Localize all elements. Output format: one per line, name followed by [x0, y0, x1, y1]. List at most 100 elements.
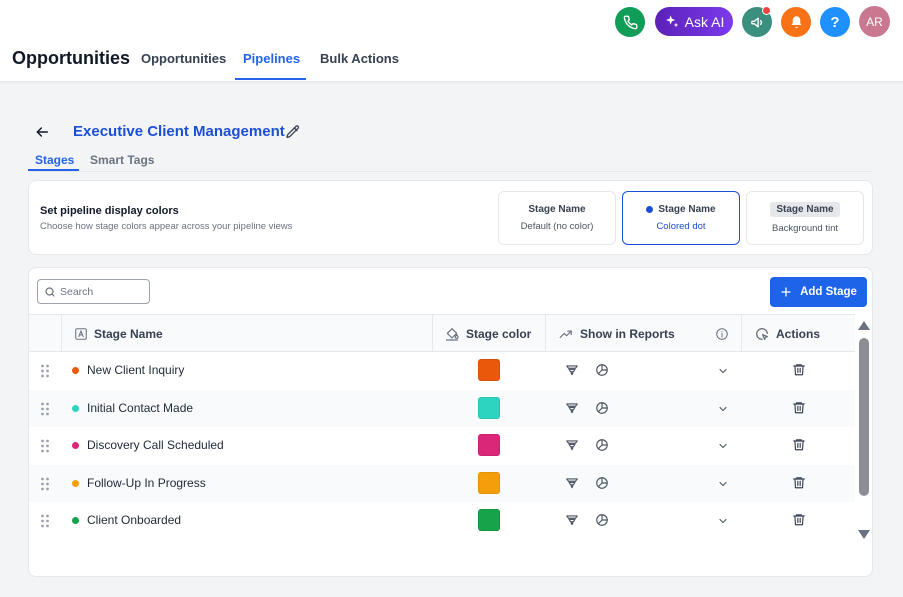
drag-handle-icon[interactable]: [40, 477, 50, 491]
tab-smart-tags[interactable]: Smart Tags: [90, 153, 154, 167]
panel-title: Set pipeline display colors: [40, 205, 179, 217]
option-label: Default (no color): [520, 221, 594, 232]
option-stage-name: Stage Name: [770, 202, 840, 217]
table-header: Stage Name Stage color Show in Reports A…: [29, 314, 855, 352]
chevron-down-icon[interactable]: [717, 403, 729, 415]
add-stage-button[interactable]: Add Stage: [770, 277, 867, 307]
table-row: Follow-Up In Progress: [29, 464, 855, 502]
stage-color-dot: [72, 517, 79, 524]
tab-opportunities[interactable]: Opportunities: [141, 51, 226, 66]
drag-handle-icon[interactable]: [40, 402, 50, 416]
info-icon[interactable]: [715, 327, 729, 341]
paint-bucket-icon: [446, 327, 459, 341]
back-arrow-icon[interactable]: [34, 124, 50, 140]
scroll-up-arrow[interactable]: [858, 321, 870, 330]
stage-color-swatch[interactable]: [478, 396, 500, 419]
funnel-icon[interactable]: [565, 513, 579, 527]
chevron-down-icon[interactable]: [717, 365, 729, 377]
option-label: Colored dot: [656, 221, 706, 232]
chevron-down-icon[interactable]: [717, 478, 729, 490]
search-icon: [45, 286, 55, 297]
text-field-icon: [75, 327, 87, 340]
column-label: Stage Name: [94, 326, 163, 341]
chevron-down-icon[interactable]: [717, 515, 729, 527]
column-label: Show in Reports: [580, 326, 675, 341]
stage-color-dot: [72, 404, 79, 412]
cursor-click-icon: [756, 327, 768, 340]
megaphone-icon: [750, 16, 762, 28]
stage-color-swatch[interactable]: [478, 471, 500, 494]
add-stage-label: Add Stage: [800, 286, 857, 298]
table-row: Initial Contact Made: [29, 389, 855, 427]
funnel-icon[interactable]: [565, 401, 579, 415]
color-option-background-tint[interactable]: Stage Name Background tint: [746, 191, 864, 245]
trash-icon[interactable]: [792, 512, 806, 527]
bell-icon: [791, 15, 801, 28]
drag-handle-icon[interactable]: [40, 364, 50, 378]
notifications-button[interactable]: [781, 7, 811, 37]
column-divider: [545, 315, 546, 352]
pie-chart-icon[interactable]: [595, 438, 609, 452]
option-stage-name-row: Stage Name: [770, 202, 840, 217]
stage-color-swatch[interactable]: [478, 509, 500, 531]
trash-icon[interactable]: [792, 400, 806, 415]
tab-bulk-actions[interactable]: Bulk Actions: [320, 51, 399, 66]
option-stage-name: Stage Name: [658, 204, 716, 215]
app-title: Opportunities: [12, 48, 130, 68]
phone-button[interactable]: [615, 7, 645, 37]
pie-chart-icon[interactable]: [595, 476, 609, 490]
search-box[interactable]: [37, 279, 150, 304]
column-divider: [741, 315, 742, 352]
color-option-colored-dot[interactable]: Stage Name Colored dot: [622, 191, 740, 245]
stage-name[interactable]: Client Onboarded: [87, 513, 181, 527]
pie-chart-icon[interactable]: [595, 363, 609, 377]
stage-name[interactable]: Initial Contact Made: [87, 401, 193, 415]
funnel-icon[interactable]: [565, 363, 579, 377]
column-stage-color: Stage color: [444, 315, 531, 352]
help-button[interactable]: ?: [820, 7, 850, 37]
tab-stages[interactable]: Stages: [35, 153, 74, 167]
pencil-icon[interactable]: [285, 124, 301, 140]
column-divider: [61, 315, 62, 352]
avatar[interactable]: AR: [859, 6, 890, 37]
stage-name[interactable]: Discovery Call Scheduled: [87, 438, 224, 452]
stage-name[interactable]: Follow-Up In Progress: [87, 476, 206, 490]
color-option-default[interactable]: Stage Name Default (no color): [498, 191, 616, 245]
trash-icon[interactable]: [792, 362, 806, 377]
drag-handle-icon[interactable]: [40, 514, 50, 528]
sparkle-icon: [665, 14, 678, 27]
trash-icon[interactable]: [792, 475, 806, 490]
ask-ai-label: Ask AI: [684, 13, 725, 30]
panel-description: Choose how stage colors appear across yo…: [40, 221, 293, 232]
column-label: Stage color: [466, 326, 532, 341]
active-tab-indicator: [235, 78, 306, 80]
option-stage-name: Stage Name: [528, 204, 586, 215]
stage-color-dot: [72, 479, 79, 487]
column-divider: [432, 315, 433, 352]
phone-icon: [623, 15, 637, 29]
pie-chart-icon[interactable]: [595, 513, 609, 527]
search-input[interactable]: [60, 285, 145, 298]
column-stage-name: Stage Name: [74, 315, 163, 352]
scrollbar-thumb[interactable]: [859, 338, 869, 496]
drag-handle-icon[interactable]: [40, 439, 50, 453]
ask-ai-button[interactable]: Ask AI: [655, 7, 733, 36]
trash-icon[interactable]: [792, 437, 806, 452]
funnel-icon[interactable]: [565, 438, 579, 452]
pie-chart-icon[interactable]: [595, 401, 609, 415]
scroll-down-arrow[interactable]: [858, 530, 870, 539]
tab-pipelines[interactable]: Pipelines: [243, 51, 300, 66]
chevron-down-icon[interactable]: [717, 440, 729, 452]
funnel-icon[interactable]: [565, 476, 579, 490]
help-icon: ?: [830, 13, 840, 31]
divider: [28, 171, 873, 172]
stage-color-swatch[interactable]: [478, 359, 500, 381]
stage-color-dot: [72, 442, 79, 449]
stage-name[interactable]: New Client Inquiry: [87, 363, 184, 377]
column-show-in-reports: Show in Reports: [558, 315, 675, 352]
table-row: New Client Inquiry: [29, 352, 855, 390]
stage-color-swatch[interactable]: [478, 434, 500, 456]
option-label: Background tint: [771, 223, 838, 234]
dot-icon: [646, 206, 654, 213]
table-row: Client Onboarded: [29, 502, 855, 540]
